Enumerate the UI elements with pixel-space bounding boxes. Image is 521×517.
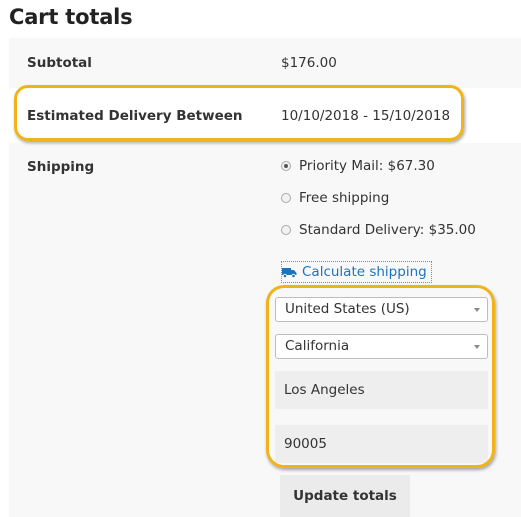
shipping-option-label: Standard Delivery: $35.00 — [299, 222, 476, 238]
country-select-value: United States (US) — [285, 301, 410, 317]
page-title: Cart totals — [9, 5, 133, 29]
country-select[interactable]: United States (US) — [275, 297, 488, 322]
shipping-option-standard-delivery[interactable]: Standard Delivery: $35.00 — [281, 222, 476, 238]
subtotal-value: $176.00 — [281, 55, 337, 71]
radio-button[interactable] — [281, 161, 291, 171]
shipping-label: Shipping — [27, 159, 95, 175]
radio-button[interactable] — [281, 225, 291, 235]
shipping-option-label: Priority Mail: $67.30 — [299, 158, 435, 174]
update-totals-button[interactable]: Update totals — [280, 475, 410, 517]
postcode-field-value: 90005 — [284, 436, 327, 452]
shipping-option-free-shipping[interactable]: Free shipping — [281, 190, 389, 206]
postcode-field[interactable]: 90005 — [275, 425, 488, 463]
estimated-delivery-value: 10/10/2018 - 15/10/2018 — [281, 108, 451, 124]
city-field-value: Los Angeles — [284, 382, 365, 398]
shipping-option-label: Free shipping — [299, 190, 390, 206]
state-select[interactable]: California — [275, 334, 488, 359]
shipping-option-priority-mail[interactable]: Priority Mail: $67.30 — [281, 158, 435, 174]
subtotal-row: Subtotal $176.00 — [9, 38, 521, 88]
state-select-value: California — [285, 338, 350, 354]
city-field[interactable]: Los Angeles — [275, 371, 488, 409]
chevron-down-icon — [474, 345, 480, 349]
estimated-delivery-row: Estimated Delivery Between 10/10/2018 - … — [9, 88, 521, 143]
radio-button[interactable] — [281, 193, 291, 203]
calculate-shipping-label: Calculate shipping — [302, 264, 427, 280]
estimated-delivery-label: Estimated Delivery Between — [27, 108, 243, 124]
calculate-shipping-link[interactable]: Calculate shipping — [281, 261, 432, 283]
shipping-row: Shipping Priority Mail: $67.30 Free ship… — [9, 143, 521, 517]
cart-totals-table: Subtotal $176.00 Estimated Delivery Betw… — [9, 38, 521, 517]
subtotal-label: Subtotal — [27, 55, 92, 71]
chevron-down-icon — [474, 308, 480, 312]
truck-icon — [282, 267, 297, 278]
